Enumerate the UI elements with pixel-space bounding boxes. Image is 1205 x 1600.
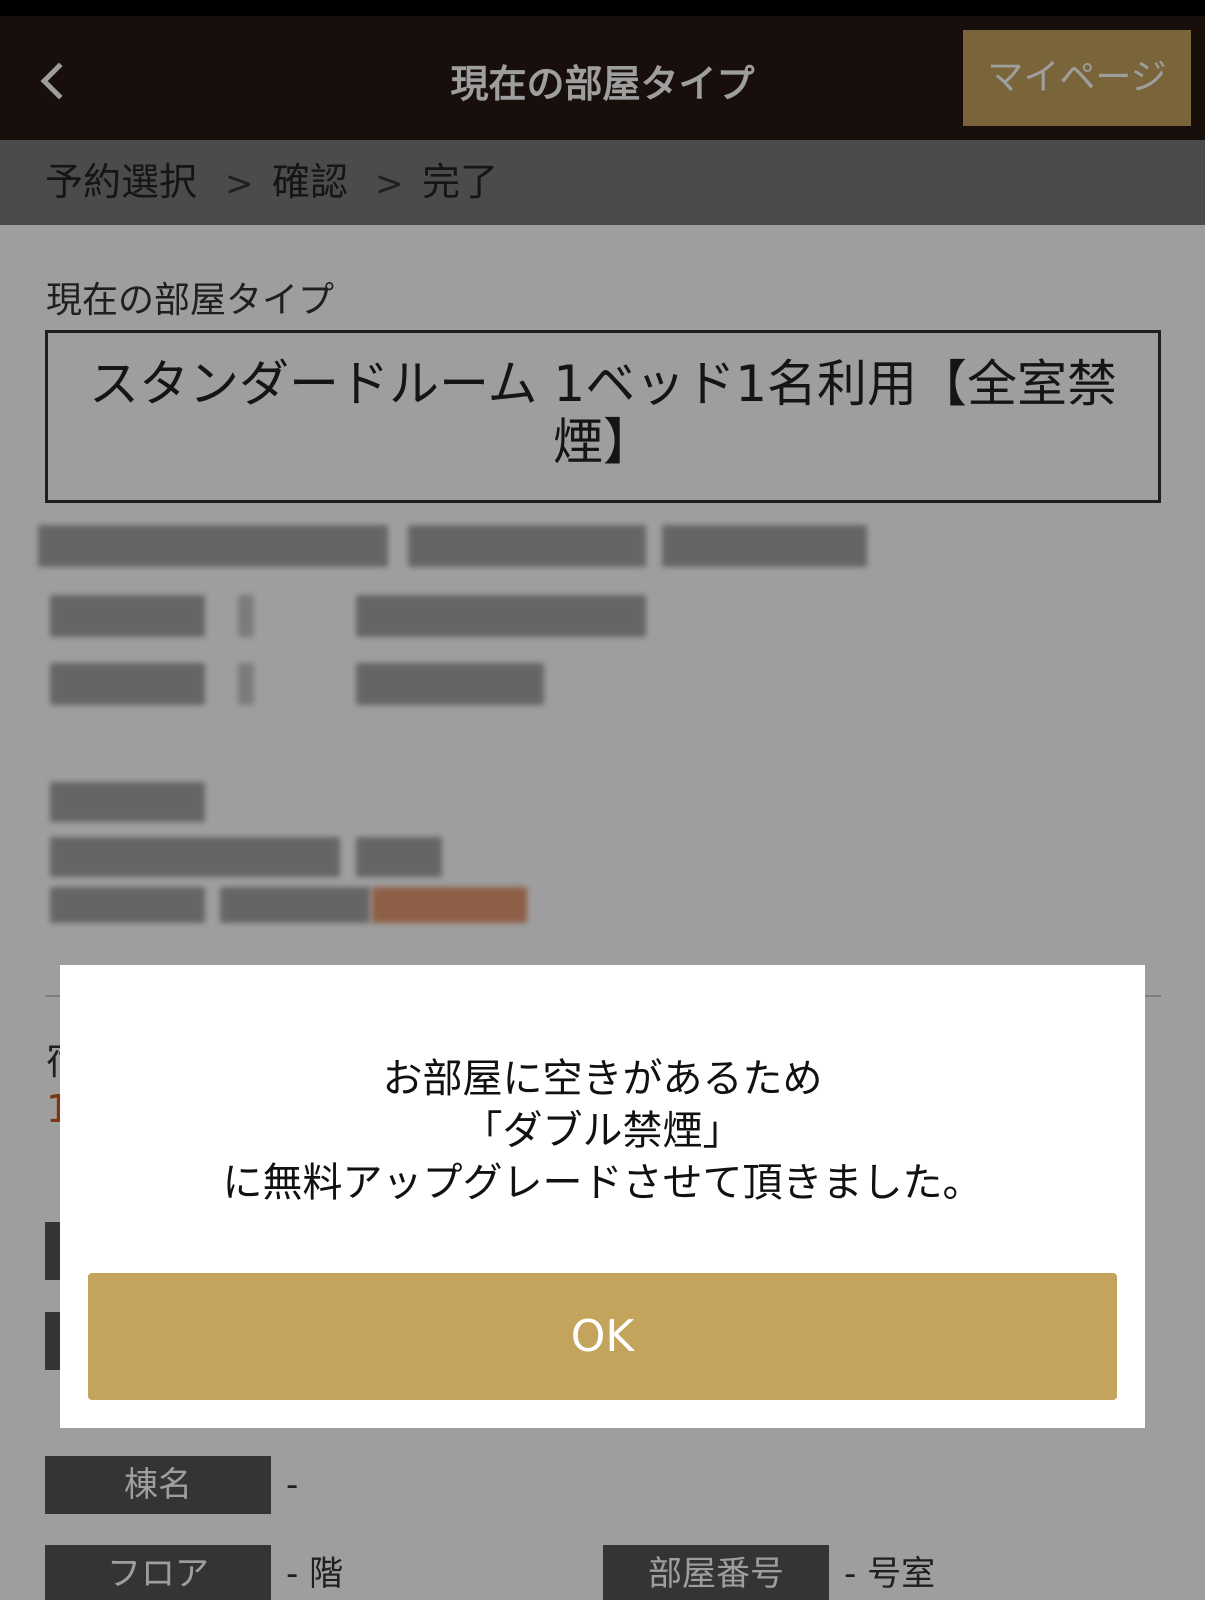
upgrade-message-line: に無料アップグレードさせて頂きました。 xyxy=(222,1160,983,1206)
upgrade-message-line: 「ダブル禁煙」 xyxy=(462,1108,743,1154)
upgrade-message: お部屋に空きがあるため 「ダブル禁煙」 に無料アップグレードさせて頂きました。 xyxy=(60,1053,1145,1209)
ok-button[interactable]: OK xyxy=(88,1273,1117,1400)
upgrade-message-line: お部屋に空きがあるため xyxy=(382,1056,823,1102)
upgrade-dialog: お部屋に空きがあるため 「ダブル禁煙」 に無料アップグレードさせて頂きました。 … xyxy=(60,965,1145,1428)
